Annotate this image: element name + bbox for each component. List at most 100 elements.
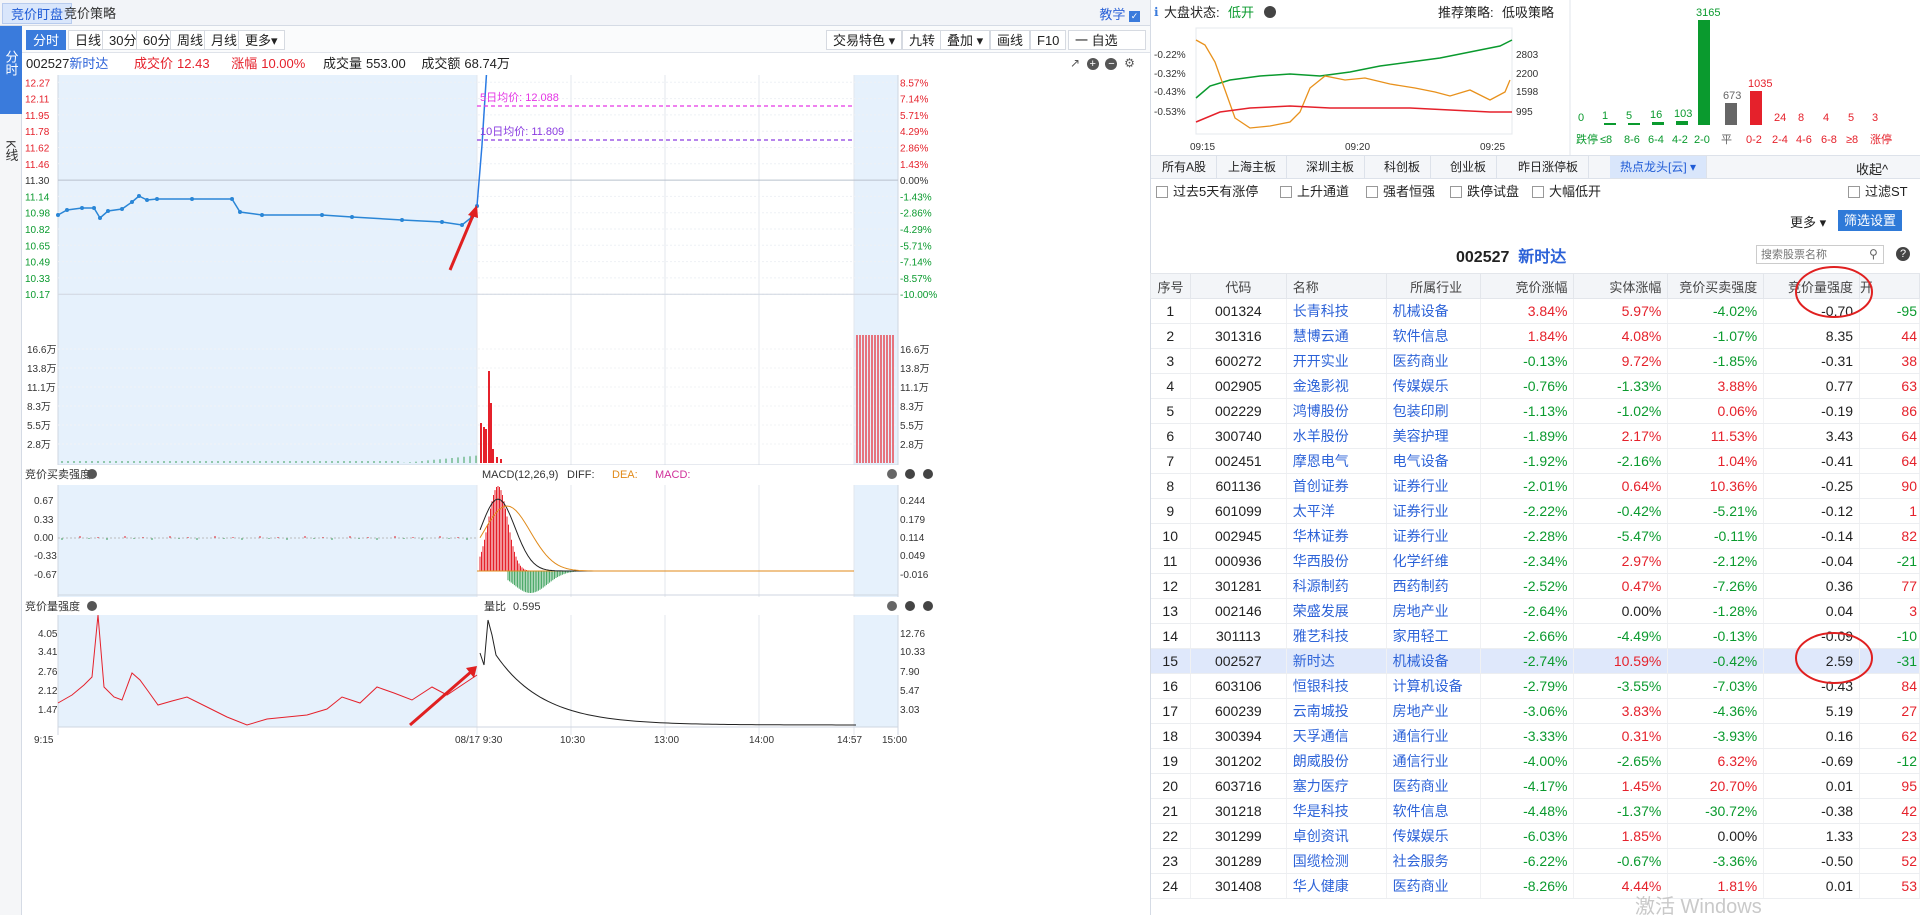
col-index[interactable]: 序号 bbox=[1150, 273, 1191, 299]
table-cell[interactable]: 包装印刷 bbox=[1386, 398, 1481, 424]
table-cell[interactable]: 开开实业 bbox=[1286, 348, 1387, 374]
table-row[interactable]: 6 300740 水羊股份 美容护理 -1.89% 2.17% 11.53% 3.43 64 bbox=[1150, 423, 1920, 449]
table-cell[interactable]: 华人健康 bbox=[1286, 873, 1387, 899]
table-row[interactable]: 8 601136 首创证券 证券行业 -2.01% 0.64% 10.36% -0.25 90 bbox=[1150, 473, 1920, 499]
table-cell[interactable]: 西药制药 bbox=[1386, 573, 1481, 599]
table-row[interactable]: 20 603716 塞力医疗 医药商业 -4.17% 1.45% 20.70% 0.01 95 bbox=[1150, 773, 1920, 799]
table-row[interactable]: 10 002945 华林证券 证券行业 -2.28% -5.47% -0.11% -0.14 8… bbox=[1150, 523, 1920, 549]
table-cell[interactable]: 科源制药 bbox=[1286, 573, 1387, 599]
table-row[interactable]: 22 301299 卓创资讯 传媒娱乐 -6.03% 1.85% 0.00% 1.33 23 bbox=[1150, 823, 1920, 849]
col-name[interactable]: 名称 bbox=[1285, 273, 1387, 299]
f10-button[interactable]: F10 bbox=[1030, 30, 1067, 50]
board-tab-all[interactable]: 所有A股 bbox=[1152, 156, 1218, 178]
filter-limitdown-test[interactable]: 跌停试盘 bbox=[1450, 184, 1519, 200]
period-timeshare-button[interactable]: 分时 bbox=[26, 30, 67, 50]
table-cell[interactable]: 医药商业 bbox=[1386, 873, 1481, 899]
table-cell[interactable]: 传媒娱乐 bbox=[1386, 823, 1481, 849]
table-cell[interactable]: 塞力医疗 bbox=[1286, 773, 1387, 799]
vtab-kline[interactable]: K线 bbox=[0, 114, 22, 204]
table-cell[interactable]: 机械设备 bbox=[1386, 298, 1481, 324]
overlay-dropdown[interactable]: 叠加 ▾ bbox=[940, 30, 991, 50]
settings-icon[interactable]: ⚙ bbox=[1124, 56, 1135, 70]
board-tab-limitup[interactable]: 昨日涨停板 bbox=[1508, 156, 1590, 178]
table-row[interactable]: 21 301218 华是科技 软件信息 -4.48% -1.37% -30.72% -0.38… bbox=[1150, 798, 1920, 824]
board-tab-hot-leaders[interactable]: 热点龙头[云] ▾ bbox=[1610, 156, 1708, 178]
table-cell[interactable]: 证券行业 bbox=[1386, 498, 1481, 524]
table-row[interactable]: 18 300394 天孚通信 通信行业 -3.33% 0.31% -3.93% 0.16 62 bbox=[1150, 723, 1920, 749]
table-cell[interactable]: 软件信息 bbox=[1386, 323, 1481, 349]
help-icon[interactable]: ? bbox=[1896, 247, 1910, 261]
board-tab-sh-main[interactable]: 上海主板 bbox=[1218, 156, 1288, 178]
table-cell[interactable]: 华是科技 bbox=[1286, 798, 1387, 824]
share-icon[interactable]: ↗ bbox=[1070, 56, 1080, 70]
period-more-dropdown[interactable]: 更多▾ bbox=[238, 30, 285, 50]
table-cell[interactable]: 医药商业 bbox=[1386, 348, 1481, 374]
table-row[interactable]: 12 301281 科源制药 西药制药 -2.52% 0.47% -7.26% 0.36 77 bbox=[1150, 573, 1920, 599]
filter-st[interactable]: 过滤ST bbox=[1848, 184, 1908, 200]
board-tab-gem[interactable]: 创业板 bbox=[1440, 156, 1498, 178]
collapse-button[interactable]: 收起^ bbox=[1856, 159, 1888, 178]
col-industry[interactable]: 所属行业 bbox=[1385, 273, 1481, 299]
table-cell[interactable]: 医药商业 bbox=[1386, 773, 1481, 799]
table-cell[interactable]: 通信行业 bbox=[1386, 723, 1481, 749]
table-cell[interactable]: 新时达 bbox=[1286, 648, 1387, 674]
filter-gap-down[interactable]: 大幅低开 bbox=[1532, 184, 1601, 200]
table-cell[interactable]: 卓创资讯 bbox=[1286, 823, 1387, 849]
add-icon[interactable]: + bbox=[1086, 58, 1099, 70]
watchlist-select[interactable]: 一 自选 bbox=[1068, 30, 1146, 50]
table-cell[interactable]: 国缆检测 bbox=[1286, 848, 1387, 874]
table-cell[interactable]: 首创证券 bbox=[1286, 473, 1387, 499]
table-cell[interactable]: 软件信息 bbox=[1386, 798, 1481, 824]
table-row[interactable]: 4 002905 金逸影视 传媒娱乐 -0.76% -1.33% 3.88% 0.77 63 bbox=[1150, 373, 1920, 399]
table-cell[interactable]: 金逸影视 bbox=[1286, 373, 1387, 399]
draw-line-button[interactable]: 画线 bbox=[990, 30, 1031, 50]
table-cell[interactable]: 传媒娱乐 bbox=[1386, 373, 1481, 399]
table-cell[interactable]: 华西股份 bbox=[1286, 548, 1387, 574]
table-cell[interactable]: 美容护理 bbox=[1386, 423, 1481, 449]
table-row[interactable]: 19 301202 朗威股份 通信行业 -4.00% -2.65% 6.32% -0.69 -1… bbox=[1150, 748, 1920, 774]
filter-settings-button[interactable]: 筛选设置 bbox=[1838, 210, 1903, 231]
table-cell[interactable]: 计算机设备 bbox=[1386, 673, 1481, 699]
table-cell[interactable]: 华林证券 bbox=[1286, 523, 1387, 549]
col-bid-strength[interactable]: 竞价买卖强度 bbox=[1667, 273, 1765, 299]
table-cell[interactable]: 水羊股份 bbox=[1286, 423, 1387, 449]
table-row[interactable]: 17 600239 云南城投 房地产业 -3.06% 3.83% -4.36% 5.19 27 bbox=[1150, 698, 1920, 724]
table-row[interactable]: 24 301408 华人健康 医药商业 -8.26% 4.44% 1.81% 0.01 53 bbox=[1150, 873, 1920, 899]
table-row[interactable]: 11 000936 华西股份 化学纤维 -2.34% 2.97% -2.12% -0.04 -2… bbox=[1150, 548, 1920, 574]
table-cell[interactable]: 鸿博股份 bbox=[1286, 398, 1387, 424]
filter-strong[interactable]: 强者恒强 bbox=[1366, 184, 1435, 200]
more-dropdown[interactable]: 更多 ▾ bbox=[1790, 212, 1826, 231]
nine-turn-button[interactable]: 九转 bbox=[902, 30, 943, 50]
table-cell[interactable]: 家用轻工 bbox=[1386, 623, 1481, 649]
table-row[interactable]: 9 601099 太平洋 证券行业 -2.22% -0.42% -5.21% -0.12 1 bbox=[1150, 498, 1920, 524]
table-cell[interactable]: 天孚通信 bbox=[1286, 723, 1387, 749]
vtab-timeshare[interactable]: 分时 bbox=[0, 26, 22, 114]
table-cell[interactable]: 证券行业 bbox=[1386, 523, 1481, 549]
teaching-link[interactable]: 教学 ✓ bbox=[1099, 4, 1140, 23]
col-body-change[interactable]: 实体涨幅 bbox=[1573, 273, 1669, 299]
table-cell[interactable]: 化学纤维 bbox=[1386, 548, 1481, 574]
tab-bid-strategy[interactable]: 竞价策略 bbox=[56, 3, 124, 24]
table-cell[interactable]: 朗威股份 bbox=[1286, 748, 1387, 774]
table-cell[interactable]: 房地产业 bbox=[1386, 698, 1481, 724]
table-cell[interactable]: 通信行业 bbox=[1386, 748, 1481, 774]
table-cell[interactable]: 慧博云通 bbox=[1286, 323, 1387, 349]
filter-uptrend[interactable]: 上升通道 bbox=[1280, 184, 1349, 200]
timeshare-chart[interactable]: 12.4310.00%12.278.57%12.117.14%11.955.71… bbox=[22, 75, 1150, 915]
table-cell[interactable]: 荣盛发展 bbox=[1286, 598, 1387, 624]
table-cell[interactable]: 恒银科技 bbox=[1286, 673, 1387, 699]
table-cell[interactable]: 摩恩电气 bbox=[1286, 448, 1387, 474]
table-cell[interactable]: 证券行业 bbox=[1386, 473, 1481, 499]
table-cell[interactable]: 太平洋 bbox=[1286, 498, 1387, 524]
table-cell[interactable]: 机械设备 bbox=[1386, 648, 1481, 674]
trade-feature-dropdown[interactable]: 交易特色 ▾ bbox=[826, 30, 903, 50]
table-cell[interactable]: 云南城投 bbox=[1286, 698, 1387, 724]
table-row[interactable]: 3 600272 开开实业 医药商业 -0.13% 9.72% -1.85% -0.31 38 bbox=[1150, 348, 1920, 374]
table-row[interactable]: 23 301289 国缆检测 社会服务 -6.22% -0.67% -3.36% -0.50 5… bbox=[1150, 848, 1920, 874]
board-tab-star[interactable]: 科创板 bbox=[1374, 156, 1432, 178]
minus-icon[interactable]: − bbox=[1105, 58, 1118, 70]
table-cell[interactable]: 电气设备 bbox=[1386, 448, 1481, 474]
table-cell[interactable]: 长青科技 bbox=[1286, 298, 1387, 324]
filter-limitup-5d[interactable]: 过去5天有涨停 bbox=[1156, 184, 1258, 200]
table-row[interactable]: 13 002146 荣盛发展 房地产业 -2.64% 0.00% -1.28% 0.04 3 bbox=[1150, 598, 1920, 624]
